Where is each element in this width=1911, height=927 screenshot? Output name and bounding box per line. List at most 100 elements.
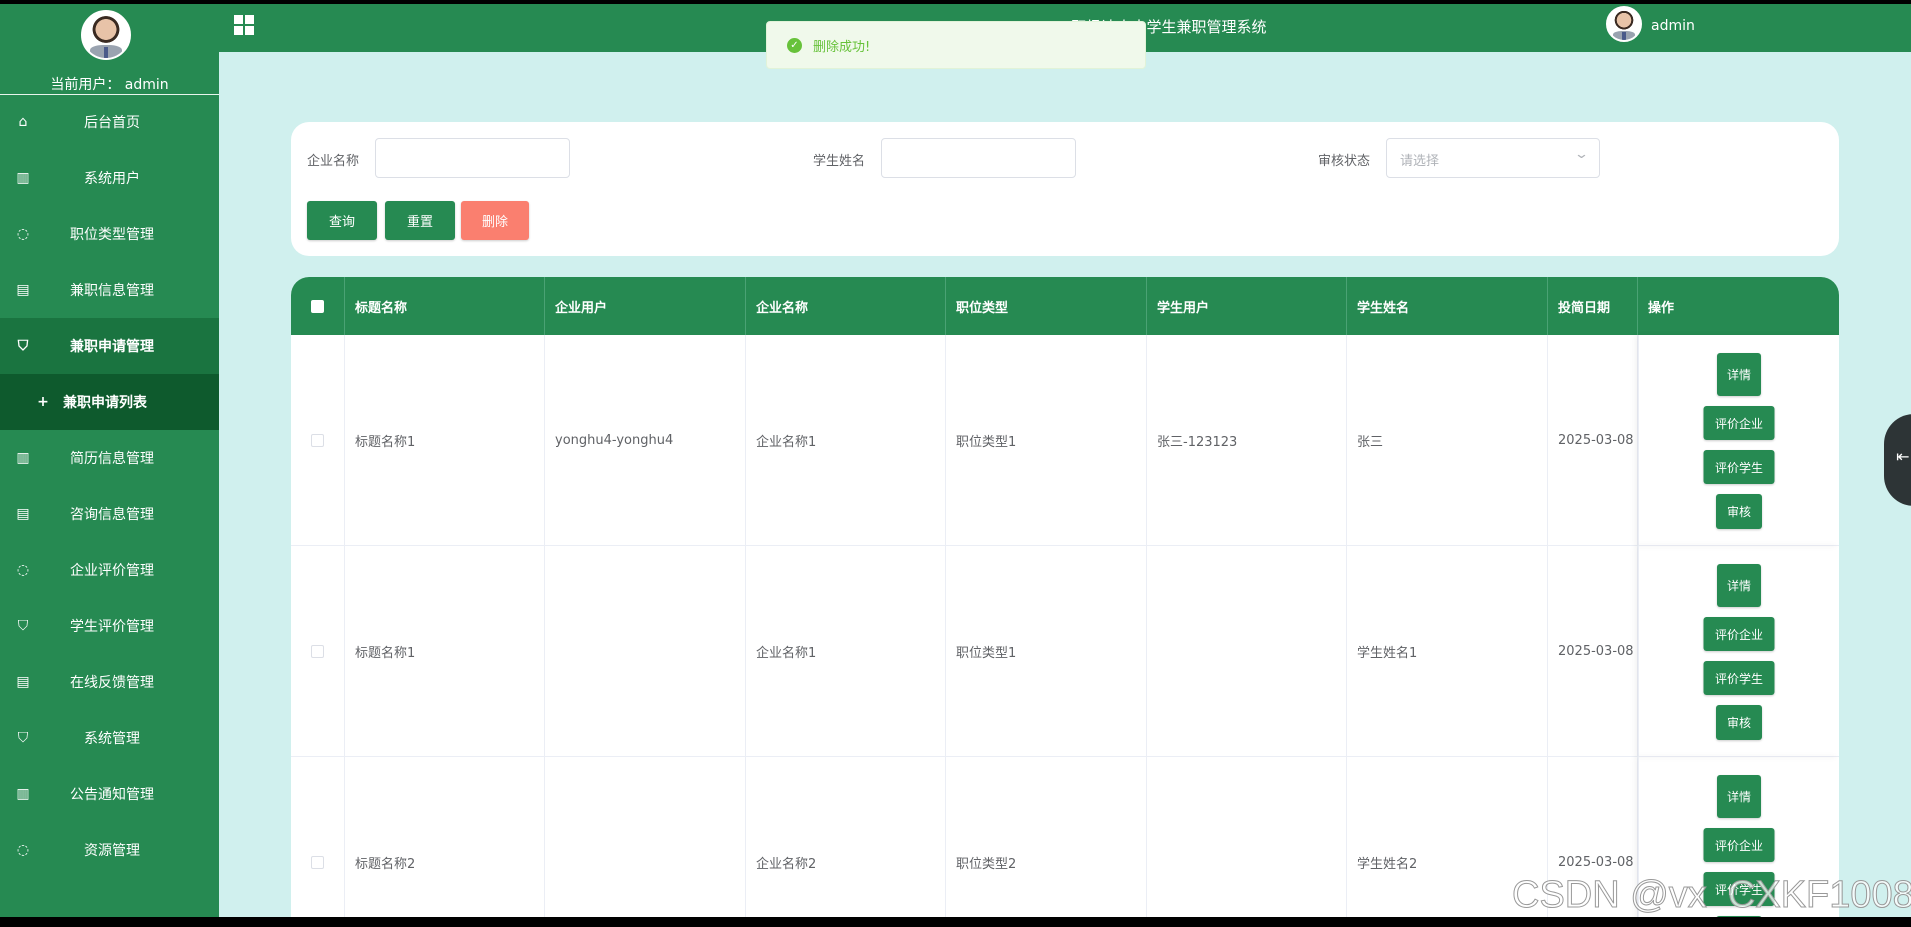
success-toast: ✓ 删除成功! xyxy=(766,21,1146,69)
side-panel-toggle[interactable]: ⇤ xyxy=(1884,414,1911,506)
cell-date: 2025-03-08 xyxy=(1548,335,1638,546)
cell-type: 职位类型1 xyxy=(946,546,1147,757)
action-button[interactable]: 详情 xyxy=(1717,564,1761,607)
sidebar-item[interactable]: ◌ 职位类型管理 xyxy=(0,206,219,262)
action-button[interactable]: 评价企业 xyxy=(1703,828,1775,862)
row-checkbox[interactable] xyxy=(311,856,324,869)
cell-company: 企业名称2 xyxy=(746,757,946,917)
sidebar-item[interactable]: ▥ 公告通知管理 xyxy=(0,766,219,822)
grid-icon[interactable] xyxy=(234,15,254,35)
cell-company: 企业名称1 xyxy=(746,546,946,757)
query-button[interactable]: 查询 xyxy=(307,201,377,240)
sidebar-item[interactable]: ⛉ 系统管理 xyxy=(0,710,219,766)
company-name-input[interactable] xyxy=(375,138,570,178)
search-panel: 企业名称 学生姓名 审核状态 请选择 ⌄ 查询 重置 删除 xyxy=(291,122,1839,256)
sidebar-item-label: 后台首页 xyxy=(84,115,140,131)
sidebar-item[interactable]: ▥ 简历信息管理 xyxy=(0,430,219,486)
column-header: 学生用户 xyxy=(1147,277,1347,335)
chevron-down-icon: ⌄ xyxy=(1573,147,1590,162)
row-checkbox[interactable] xyxy=(311,434,324,447)
row-checkbox[interactable] xyxy=(311,645,324,658)
column-header: 职位类型 xyxy=(946,277,1147,335)
action-button[interactable]: 详情 xyxy=(1717,775,1761,818)
column-header: 企业用户 xyxy=(545,277,746,335)
column-header: 学生姓名 xyxy=(1347,277,1548,335)
column-header: 企业名称 xyxy=(746,277,946,335)
sidebar-item-label: 兼职申请管理 xyxy=(70,339,154,355)
sidebar-item-label: 公告通知管理 xyxy=(70,787,154,803)
action-button[interactable]: 评价学生 xyxy=(1703,661,1775,695)
sidebar-item[interactable]: ▤ 咨询信息管理 xyxy=(0,486,219,542)
header-avatar[interactable] xyxy=(1606,6,1642,42)
action-button[interactable]: 评价学生 xyxy=(1703,450,1775,484)
sidebar-item[interactable]: ▤ 兼职信息管理 xyxy=(0,262,219,318)
sidebar: 当前用户： admin ⌂ 后台首页 ▥ 系统用户 ◌ 职位类型管理 ▤ 兼职信息管理 ⛉ 兼职申… xyxy=(0,4,219,917)
action-button[interactable]: 审核 xyxy=(1716,494,1762,529)
sidebar-subitem-label: 兼职申请列表 xyxy=(63,395,147,411)
cell-student: 学生姓名1 xyxy=(1347,546,1548,757)
cell-company-user xyxy=(545,757,746,917)
action-button[interactable]: 详情 xyxy=(1717,353,1761,396)
status-placeholder: 请选择 xyxy=(1400,154,1440,169)
status-select[interactable]: 请选择 ⌄ xyxy=(1386,138,1600,178)
current-user-name: admin xyxy=(124,77,169,93)
sidebar-item-label: 在线反馈管理 xyxy=(70,675,154,691)
cell-title: 标题名称1 xyxy=(345,335,545,546)
student-label: 学生姓名 xyxy=(813,154,866,169)
sidebar-item[interactable]: ⛉ 学生评价管理 xyxy=(0,598,219,654)
header-username[interactable]: admin xyxy=(1651,18,1695,34)
action-button[interactable]: 审核 xyxy=(1716,705,1762,740)
data-table: 标题名称 企业用户 企业名称 职位类型 学生用户 学生姓名 投简日期 操作 标题名称1 yong… xyxy=(291,277,1839,917)
sidebar-subitem-application-list[interactable]: + 兼职申请列表 xyxy=(0,374,219,430)
cell-student-user xyxy=(1147,757,1347,917)
sidebar-item[interactable]: ▥ 系统用户 xyxy=(0,150,219,206)
cell-type: 职位类型1 xyxy=(946,335,1147,546)
sidebar-item-label: 简历信息管理 xyxy=(70,451,154,467)
cell-student: 张三 xyxy=(1347,335,1548,546)
sidebar-item-label: 兼职信息管理 xyxy=(70,283,154,299)
sidebar-item[interactable]: ⛉ 兼职申请管理 xyxy=(0,318,219,374)
action-button[interactable]: 评价企业 xyxy=(1703,406,1775,440)
success-check-icon: ✓ xyxy=(787,38,802,53)
table-row: 标题名称1 yonghu4-yonghu4 企业名称1 职位类型1 张三-123123 张… xyxy=(291,335,1839,546)
bottom-bar xyxy=(0,917,1911,927)
reset-button[interactable]: 重置 xyxy=(385,201,455,240)
column-header: 标题名称 xyxy=(345,277,545,335)
status-label: 审核状态 xyxy=(1318,154,1371,169)
delete-button[interactable]: 删除 xyxy=(461,201,529,240)
cell-type: 职位类型2 xyxy=(946,757,1147,917)
cell-company: 企业名称1 xyxy=(746,335,946,546)
row-actions: 详情评价企业评价学生审核 xyxy=(1638,335,1839,546)
sidebar-item-label: 系统用户 xyxy=(84,171,140,187)
sidebar-item-label: 学生评价管理 xyxy=(70,619,154,635)
toast-message: 删除成功! xyxy=(813,40,871,55)
cell-company-user xyxy=(545,546,746,757)
sidebar-item-label: 系统管理 xyxy=(84,731,140,747)
sidebar-item-label: 咨询信息管理 xyxy=(70,507,154,523)
sidebar-item-label: 企业评价管理 xyxy=(70,563,154,579)
select-all-checkbox[interactable] xyxy=(311,299,324,313)
sidebar-item[interactable]: ⌂ 后台首页 xyxy=(0,94,219,150)
student-name-input[interactable] xyxy=(881,138,1076,178)
collapse-icon: ⇤ xyxy=(1896,447,1910,466)
sidebar-item-label: 资源管理 xyxy=(84,843,140,859)
cell-title: 标题名称1 xyxy=(345,546,545,757)
company-label: 企业名称 xyxy=(307,154,360,169)
sidebar-item-label: 职位类型管理 xyxy=(70,227,154,243)
cell-student-user xyxy=(1147,546,1347,757)
cell-title: 标题名称2 xyxy=(345,757,545,917)
sidebar-item[interactable]: ◌ 企业评价管理 xyxy=(0,542,219,598)
action-button[interactable]: 评价企业 xyxy=(1703,617,1775,651)
cell-company-user: yonghu4-yonghu4 xyxy=(545,335,746,546)
sidebar-item[interactable]: ▤ 在线反馈管理 xyxy=(0,654,219,710)
table-row: 标题名称1 企业名称1 职位类型1 学生姓名1 2025-03-08 详情 评价企业 评价学生… xyxy=(291,546,1839,757)
cell-date: 2025-03-08 xyxy=(1548,546,1638,757)
main-content: 企业名称 学生姓名 审核状态 请选择 ⌄ 查询 重置 删除 标题名称 企业用户 企业… xyxy=(219,52,1911,917)
column-header: 投简日期 xyxy=(1548,277,1638,335)
table-header: 标题名称 企业用户 企业名称 职位类型 学生用户 学生姓名 投简日期 操作 xyxy=(291,277,1839,335)
row-actions: 详情评价企业评价学生审核 xyxy=(1638,546,1839,757)
sidebar-item[interactable]: ◌ 资源管理 xyxy=(0,822,219,878)
column-header: 操作 xyxy=(1648,300,1675,316)
current-user-label: 当前用户： xyxy=(50,77,121,93)
current-user: 当前用户： admin xyxy=(0,74,219,94)
